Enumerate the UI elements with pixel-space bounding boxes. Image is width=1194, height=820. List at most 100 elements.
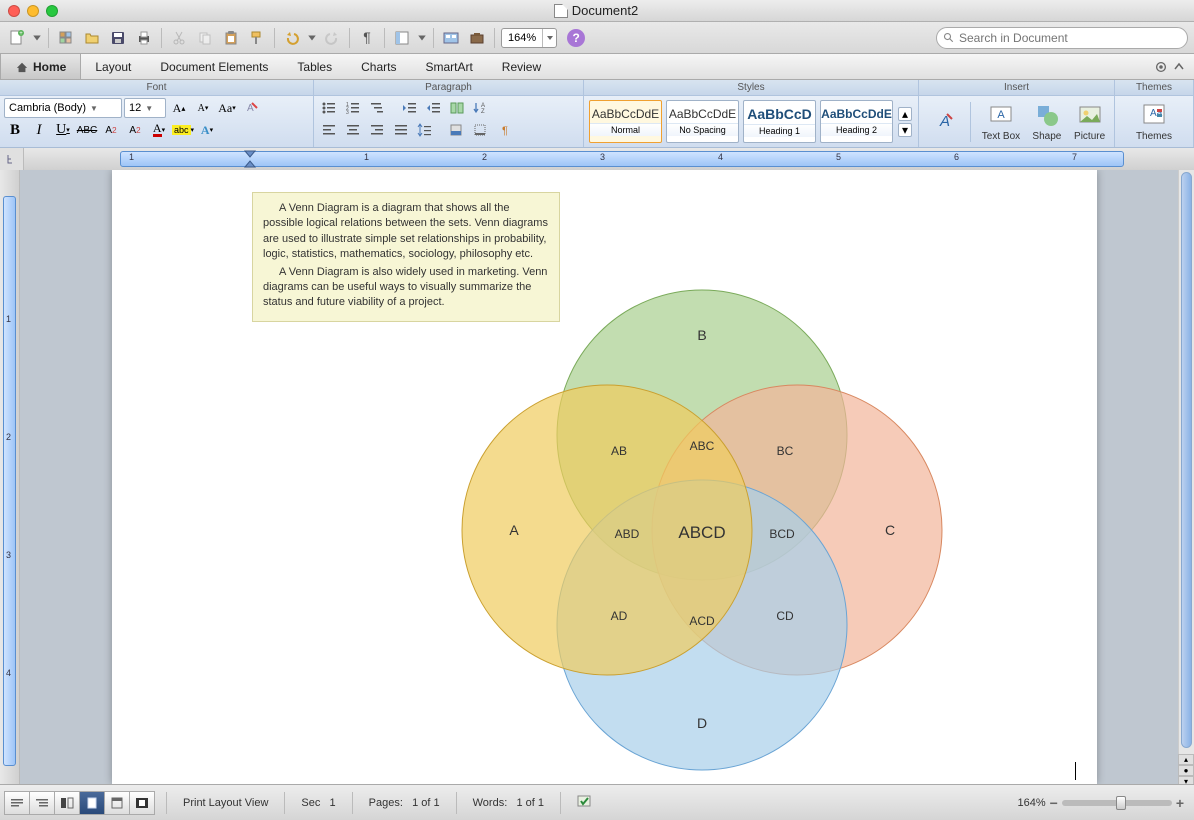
close-window-button[interactable] xyxy=(8,5,20,17)
print-icon[interactable] xyxy=(133,27,155,49)
bullets-button[interactable] xyxy=(318,98,340,118)
tab-home[interactable]: Home xyxy=(0,54,81,79)
decrease-indent-button[interactable] xyxy=(398,98,420,118)
notebook-view-button[interactable] xyxy=(104,791,130,815)
highlight-button[interactable]: abc▾ xyxy=(172,120,194,140)
font-name-select[interactable]: Cambria (Body)▼ xyxy=(4,98,122,118)
save-icon[interactable] xyxy=(107,27,129,49)
styles-scroll-up[interactable]: ▴ xyxy=(898,107,912,121)
sort-button[interactable]: AZ xyxy=(470,98,492,118)
tab-charts[interactable]: Charts xyxy=(347,54,411,79)
help-icon[interactable]: ? xyxy=(567,29,585,47)
subscript-button[interactable]: A2 xyxy=(100,120,122,140)
style-heading-2[interactable]: AaBbCcDdEHeading 2 xyxy=(820,100,893,143)
increase-indent-button[interactable] xyxy=(422,98,444,118)
next-page-button[interactable]: ▾ xyxy=(1178,776,1194,784)
document-page[interactable]: A Venn Diagram is a diagram that shows a… xyxy=(112,170,1097,784)
undo-icon[interactable] xyxy=(281,27,303,49)
align-center-button[interactable] xyxy=(342,120,364,140)
tab-document-elements[interactable]: Document Elements xyxy=(146,54,283,79)
zoom-window-button[interactable] xyxy=(46,5,58,17)
line-spacing-button[interactable] xyxy=(414,120,436,140)
sidebar-icon[interactable] xyxy=(391,27,413,49)
text-box-button[interactable]: AText Box xyxy=(982,101,1020,142)
cut-icon[interactable] xyxy=(168,27,190,49)
font-color-button[interactable]: A▾ xyxy=(148,120,170,140)
font-size-select[interactable]: 12▼ xyxy=(124,98,166,118)
zoom-in-button[interactable]: + xyxy=(1176,795,1184,811)
zoom-slider[interactable] xyxy=(1062,800,1172,806)
styles-pane-button[interactable]: A xyxy=(927,108,959,136)
clear-formatting-icon[interactable]: A xyxy=(240,98,262,118)
vertical-scrollbar[interactable] xyxy=(1178,170,1194,754)
paragraph-dialog-button[interactable]: ¶ xyxy=(494,120,516,140)
scrollbar-thumb[interactable] xyxy=(1181,172,1192,748)
align-right-button[interactable] xyxy=(366,120,388,140)
gear-icon[interactable] xyxy=(1154,60,1168,74)
ruler-vertical[interactable]: 1 2 3 4 xyxy=(0,170,20,784)
venn-diagram[interactable]: B C D A AB BC CD AD ABC ABD ACD BCD ABCD xyxy=(422,250,982,784)
style-heading-1[interactable]: AaBbCcDHeading 1 xyxy=(743,100,816,143)
strikethrough-button[interactable]: ABC xyxy=(76,120,98,140)
zoom-out-button[interactable]: − xyxy=(1050,795,1058,811)
new-document-icon[interactable]: + xyxy=(6,27,28,49)
styles-scroll-down[interactable]: ▾ xyxy=(898,123,912,137)
open-icon[interactable] xyxy=(81,27,103,49)
text-direction-button[interactable] xyxy=(446,98,468,118)
search-box[interactable] xyxy=(936,27,1188,49)
spell-check-button[interactable] xyxy=(569,794,601,811)
search-input[interactable] xyxy=(959,31,1181,45)
tab-layout[interactable]: Layout xyxy=(81,54,146,79)
group-styles: AaBbCcDdENormal AaBbCcDdENo Spacing AaBb… xyxy=(584,96,919,147)
outline-view-button[interactable] xyxy=(29,791,55,815)
justify-button[interactable] xyxy=(390,120,412,140)
shrink-font-icon[interactable]: A▾ xyxy=(192,98,214,118)
status-pages: Pages: 1 of 1 xyxy=(361,797,448,809)
superscript-button[interactable]: A2 xyxy=(124,120,146,140)
toolbox-icon[interactable] xyxy=(466,27,488,49)
ruler-corner[interactable] xyxy=(0,148,24,170)
indent-marker-icon[interactable] xyxy=(244,148,256,170)
redo-icon[interactable] xyxy=(321,27,343,49)
copy-icon[interactable] xyxy=(194,27,216,49)
shading-button[interactable] xyxy=(446,120,468,140)
zoom-level[interactable]: 164% xyxy=(1017,797,1045,809)
group-header-font: Font xyxy=(0,80,314,95)
change-case-icon[interactable]: Aa▾ xyxy=(216,98,238,118)
multilevel-list-button[interactable] xyxy=(366,98,388,118)
undo-menu-arrow[interactable] xyxy=(307,27,317,49)
browse-object-button[interactable]: ● xyxy=(1178,765,1194,776)
minimize-window-button[interactable] xyxy=(27,5,39,17)
new-menu-arrow[interactable] xyxy=(32,27,42,49)
gallery-icon[interactable] xyxy=(440,27,462,49)
draft-view-button[interactable] xyxy=(4,791,30,815)
tab-smartart[interactable]: SmartArt xyxy=(411,54,487,79)
grow-font-icon[interactable]: A▴ xyxy=(168,98,190,118)
style-normal[interactable]: AaBbCcDdENormal xyxy=(589,100,662,143)
focus-view-button[interactable] xyxy=(129,791,155,815)
borders-button[interactable] xyxy=(470,120,492,140)
underline-button[interactable]: U▾ xyxy=(52,120,74,140)
numbering-button[interactable]: 123 xyxy=(342,98,364,118)
bold-button[interactable]: B xyxy=(4,120,26,140)
style-no-spacing[interactable]: AaBbCcDdENo Spacing xyxy=(666,100,739,143)
tab-review[interactable]: Review xyxy=(488,54,556,79)
show-formatting-icon[interactable]: ¶ xyxy=(356,27,378,49)
tab-tables[interactable]: Tables xyxy=(283,54,347,79)
prev-page-button[interactable]: ▴ xyxy=(1178,754,1194,765)
publishing-view-button[interactable] xyxy=(54,791,80,815)
format-painter-icon[interactable] xyxy=(246,27,268,49)
themes-button[interactable]: AaThemes xyxy=(1136,101,1172,142)
picture-button[interactable]: Picture xyxy=(1074,101,1106,142)
collapse-ribbon-icon[interactable] xyxy=(1174,62,1184,72)
sidebar-menu-arrow[interactable] xyxy=(417,27,427,49)
template-icon[interactable] xyxy=(55,27,77,49)
ruler-horizontal[interactable]: 1 1 2 3 4 5 6 7 xyxy=(24,148,1194,170)
text-effects-button[interactable]: A▾ xyxy=(196,120,218,140)
zoom-selector[interactable]: 164% xyxy=(501,28,557,48)
shape-button[interactable]: Shape xyxy=(1031,101,1063,142)
print-layout-view-button[interactable] xyxy=(79,791,105,815)
align-left-button[interactable] xyxy=(318,120,340,140)
italic-button[interactable]: I xyxy=(28,120,50,140)
paste-icon[interactable] xyxy=(220,27,242,49)
